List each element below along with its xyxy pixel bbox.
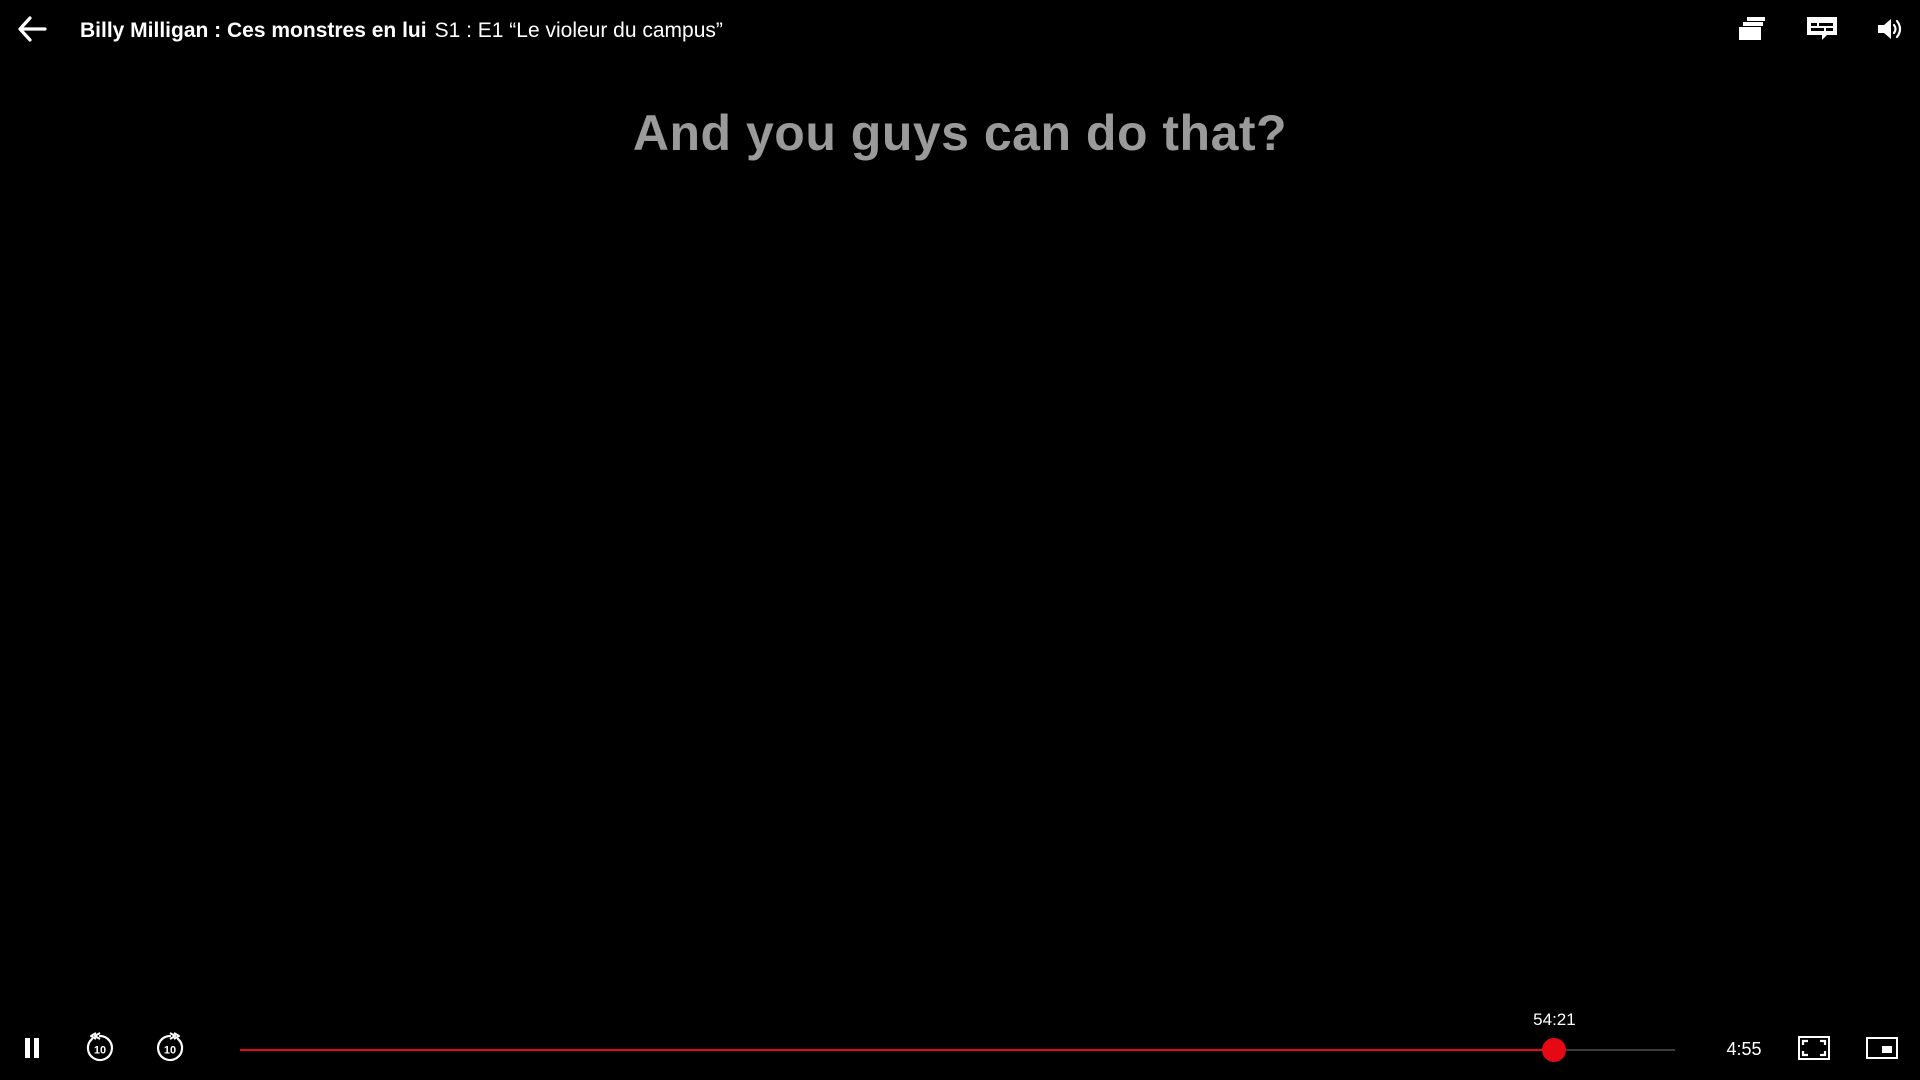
show-title: Billy Milligan : Ces monstres en lui — [80, 19, 427, 42]
forward-10-icon: 10 — [154, 1031, 186, 1069]
subtitles-icon — [1806, 16, 1838, 47]
subtitle-text: And you guys can do that? — [632, 105, 1288, 161]
fullscreen-icon — [1798, 1035, 1830, 1065]
volume-button[interactable] — [1873, 14, 1909, 48]
back-button[interactable] — [14, 13, 50, 49]
seek-bar[interactable]: 54:21 — [240, 1010, 1675, 1062]
forward-10-label: 10 — [164, 1044, 176, 1056]
forward-10-button[interactable]: 10 — [150, 1030, 190, 1070]
fullscreen-button[interactable] — [1794, 1030, 1834, 1070]
subtitles-button[interactable] — [1804, 14, 1840, 48]
mini-player-icon — [1866, 1036, 1898, 1064]
rewind-10-label: 10 — [94, 1044, 106, 1056]
rewind-10-button[interactable]: 10 — [80, 1030, 120, 1070]
remaining-time: 4:55 — [1726, 1039, 1762, 1059]
seek-thumb[interactable] — [1542, 1038, 1567, 1062]
bottom-controls: 10 10 54:21 4:55 — [0, 1010, 1920, 1080]
episode-info: S1 : E1 “Le violeur du campus” — [434, 19, 723, 42]
seek-progress — [240, 1049, 1555, 1051]
hover-time-tooltip: 54:21 — [1533, 1010, 1576, 1029]
pause-icon — [22, 1036, 42, 1065]
pause-button[interactable] — [12, 1030, 52, 1070]
top-bar: Billy Milligan : Ces monstres en lui S1 :… — [0, 0, 1920, 62]
rewind-10-icon: 10 — [84, 1031, 116, 1069]
video-title: Billy Milligan : Ces monstres en lui S1 :… — [80, 17, 723, 45]
back-arrow-icon — [17, 15, 47, 47]
video-player[interactable]: Billy Milligan : Ces monstres en lui S1 :… — [0, 0, 1920, 1080]
episodes-button[interactable] — [1735, 14, 1771, 48]
volume-icon — [1877, 17, 1905, 46]
episodes-icon — [1738, 16, 1768, 47]
mini-player-button[interactable] — [1862, 1030, 1902, 1070]
